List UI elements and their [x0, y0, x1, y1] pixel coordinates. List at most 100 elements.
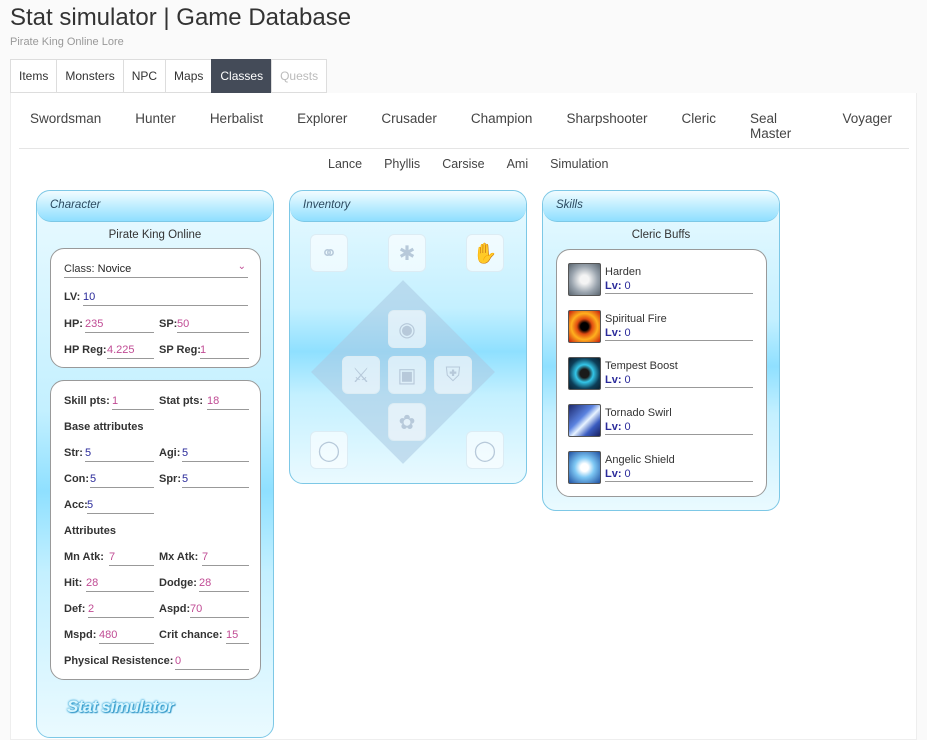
statpts-value[interactable]: 18 — [207, 395, 249, 410]
physical-resistence-value: 0 — [175, 655, 249, 670]
class-select-value: Novice — [97, 263, 132, 275]
page-title: Stat simulator | Game Database — [10, 4, 352, 31]
skill-level[interactable]: Lv: 0 — [605, 421, 753, 435]
tab-maps[interactable]: Maps — [165, 59, 212, 93]
inventory-panel: Inventory ⚭ ✱ ✋ ◉ ⚔ ▣ ⛨ ✿ ◯ ◯ — [289, 190, 527, 484]
hp-value[interactable]: 235 — [85, 318, 154, 333]
str-value[interactable]: 5 — [85, 447, 154, 462]
aspd-field: Aspd: 70 — [159, 603, 249, 618]
skill-level-label: Lv: — [605, 421, 622, 433]
def-value: 2 — [88, 603, 154, 618]
skill-level[interactable]: Lv: 0 — [605, 327, 753, 341]
sub-nav-simulation[interactable]: Simulation — [550, 157, 608, 171]
base-attributes-heading: Base attributes — [64, 421, 144, 433]
skillpts-label: Skill pts: — [64, 395, 110, 407]
spiritual-fire-icon — [568, 310, 601, 343]
class-nav-seal-master[interactable]: Seal Master — [750, 111, 808, 141]
skill-harden[interactable]: Harden Lv: 0 — [568, 263, 754, 297]
sp-label: SP: — [159, 318, 178, 330]
tab-quests[interactable]: Quests — [271, 59, 328, 93]
class-nav-cleric[interactable]: Cleric — [682, 111, 717, 141]
mxatk-label: Mx Atk: — [159, 551, 199, 563]
sub-nav-phyllis[interactable]: Phyllis — [384, 157, 420, 171]
mxatk-value: 7 — [202, 551, 249, 566]
spr-field: Spr: 5 — [159, 473, 249, 488]
spr-value[interactable]: 5 — [182, 473, 249, 488]
dodge-label: Dodge: — [159, 577, 197, 589]
class-nav-swordsman[interactable]: Swordsman — [30, 111, 101, 141]
skill-spiritual-fire[interactable]: Spiritual Fire Lv: 0 — [568, 310, 754, 344]
acc-value[interactable]: 5 — [87, 499, 154, 514]
skillpts-field: Skill pts: 1 — [64, 395, 154, 410]
ring-left-slot[interactable]: ◯ — [310, 431, 348, 469]
tab-items[interactable]: Items — [10, 59, 57, 93]
tab-classes[interactable]: Classes — [211, 59, 272, 93]
nav-divider — [19, 148, 909, 149]
gloves-slot[interactable]: ✋ — [466, 234, 504, 272]
shield-icon: ⛨ — [445, 363, 461, 386]
str-field: Str: 5 — [64, 447, 154, 462]
aspd-value: 70 — [190, 603, 249, 618]
skillpts-value[interactable]: 1 — [112, 395, 154, 410]
skill-angelic-shield[interactable]: Angelic Shield Lv: 0 — [568, 451, 754, 485]
tab-npc[interactable]: NPC — [122, 59, 166, 93]
head-slot[interactable]: ◉ — [388, 310, 426, 348]
sub-nav-lance[interactable]: Lance — [328, 157, 362, 171]
skill-level[interactable]: Lv: 0 — [605, 280, 753, 294]
class-nav-explorer[interactable]: Explorer — [297, 111, 347, 141]
page-subtitle: Pirate King Online Lore — [10, 36, 124, 48]
hit-value: 28 — [86, 577, 154, 592]
skill-level-value: 0 — [624, 280, 631, 292]
wings-slot[interactable]: ✱ — [388, 234, 426, 272]
agi-value[interactable]: 5 — [182, 447, 249, 462]
agi-field: Agi: 5 — [159, 447, 249, 462]
sp-value[interactable]: 50 — [177, 318, 249, 333]
skill-level-value: 0 — [624, 327, 631, 339]
spreg-label: SP Reg: — [159, 344, 201, 356]
con-field: Con: 5 — [64, 473, 154, 488]
class-nav-herbalist[interactable]: Herbalist — [210, 111, 263, 141]
sub-nav-ami[interactable]: Ami — [507, 157, 529, 171]
stat-simulator-logo: Stat simulator — [67, 697, 174, 716]
statpts-field: Stat pts: 18 — [159, 395, 249, 410]
ring-icon: ◯ — [317, 439, 341, 462]
hp-label: HP: — [64, 318, 83, 330]
skills-panel-subtitle: Cleric Buffs — [631, 229, 691, 241]
ring-right-slot[interactable]: ◯ — [466, 431, 504, 469]
skill-level[interactable]: Lv: 0 — [605, 374, 753, 388]
boots-slot[interactable]: ✿ — [388, 403, 426, 441]
hpreg-field: HP Reg: 4.225 — [64, 344, 154, 359]
shield-slot[interactable]: ⛨ — [434, 356, 472, 394]
skill-level[interactable]: Lv: 0 — [605, 468, 753, 482]
skill-name: Angelic Shield — [605, 454, 675, 466]
class-nav-champion[interactable]: Champion — [471, 111, 533, 141]
hpreg-label: HP Reg: — [64, 344, 107, 356]
weapon-slot[interactable]: ⚔ — [342, 356, 380, 394]
class-select[interactable]: Class: Novice ⌄ — [64, 261, 248, 278]
armor-slot[interactable]: ▣ — [388, 356, 426, 394]
sub-nav-carsise[interactable]: Carsise — [442, 157, 484, 171]
necklace-slot[interactable]: ⚭ — [310, 234, 348, 272]
class-nav-sharpshooter[interactable]: Sharpshooter — [566, 111, 647, 141]
spreg-field: SP Reg: 1 — [159, 344, 249, 359]
tab-monsters[interactable]: Monsters — [56, 59, 123, 93]
class-nav-voyager[interactable]: Voyager — [842, 111, 892, 141]
con-value[interactable]: 5 — [90, 473, 154, 488]
main-tabs: Items Monsters NPC Maps Classes Quests — [10, 59, 328, 93]
hpreg-value[interactable]: 4.225 — [107, 344, 154, 359]
str-label: Str: — [64, 447, 83, 459]
hit-field: Hit: 28 — [64, 577, 154, 592]
skill-tornado-swirl[interactable]: Tornado Swirl Lv: 0 — [568, 404, 754, 438]
armor-icon: ▣ — [397, 364, 417, 387]
lv-value[interactable]: 10 — [83, 291, 248, 306]
mspd-label: Mspd: — [64, 629, 97, 641]
physical-resistence-label: Physical Resistence: — [64, 655, 174, 667]
class-nav-hunter[interactable]: Hunter — [135, 111, 176, 141]
skill-level-label: Lv: — [605, 374, 622, 386]
def-label: Def: — [64, 603, 86, 615]
skill-level-value: 0 — [624, 468, 631, 480]
spreg-value[interactable]: 1 — [200, 344, 249, 359]
skill-tempest-boost[interactable]: Tempest Boost Lv: 0 — [568, 357, 754, 391]
class-nav-crusader[interactable]: Crusader — [381, 111, 437, 141]
dodge-field: Dodge: 28 — [159, 577, 249, 592]
